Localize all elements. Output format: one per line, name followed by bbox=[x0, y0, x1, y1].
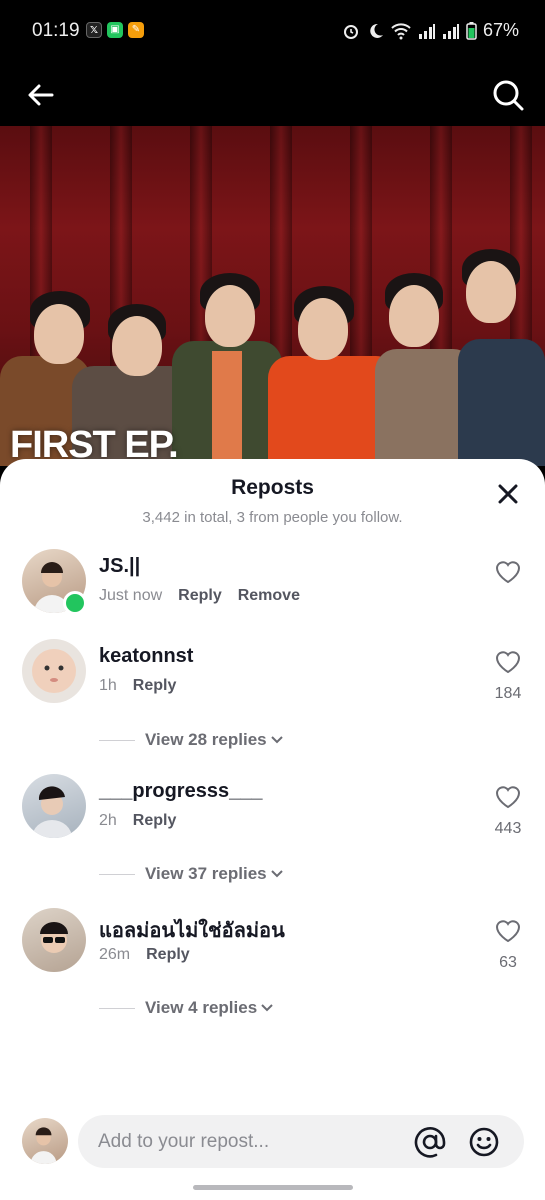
list-item: JS.|| Just now Reply Remove bbox=[0, 549, 545, 629]
heart-icon[interactable] bbox=[493, 916, 523, 944]
avatar bbox=[22, 1118, 68, 1164]
comment-username[interactable]: JS.|| bbox=[99, 555, 140, 578]
online-status-dot bbox=[63, 591, 87, 615]
avatar[interactable] bbox=[22, 639, 86, 703]
reply-button[interactable]: Reply bbox=[146, 946, 190, 964]
heart-icon[interactable] bbox=[493, 647, 523, 675]
battery-percent: 67% bbox=[482, 20, 519, 40]
comment-time: 26m bbox=[99, 946, 131, 963]
search-icon[interactable] bbox=[491, 78, 525, 112]
view-replies-button[interactable]: View 37 replies bbox=[99, 864, 283, 884]
reply-button[interactable]: Reply bbox=[178, 587, 222, 605]
like-count: 443 bbox=[494, 820, 522, 837]
status-bar: 01:19 𝕏 ▣ ✎ 67% bbox=[0, 0, 545, 62]
alarm-icon bbox=[343, 24, 358, 39]
avatar[interactable] bbox=[22, 774, 86, 838]
list-item: keatonnst 1h Reply 184 bbox=[0, 639, 545, 719]
avatar-photo bbox=[40, 922, 68, 953]
remove-button[interactable]: Remove bbox=[238, 587, 300, 605]
status-time: 01:19 bbox=[32, 20, 80, 41]
line-app-icon: ▣ bbox=[107, 22, 123, 38]
chevron-down-icon bbox=[270, 870, 283, 878]
signal-icon bbox=[442, 23, 459, 39]
comment-username[interactable]: แอลม่อนไม่ใช่อัลม่อน bbox=[99, 914, 285, 946]
list-item: ___progresss___ 2h Reply 443 bbox=[0, 774, 545, 854]
close-icon[interactable] bbox=[497, 483, 519, 505]
status-notification-icons: 𝕏 ▣ ✎ bbox=[86, 22, 144, 38]
person-figure bbox=[172, 201, 282, 466]
view-replies-label: View 37 replies bbox=[145, 864, 267, 883]
repost-input-bar bbox=[0, 1112, 545, 1172]
signal-icon bbox=[418, 23, 435, 39]
heart-icon[interactable] bbox=[493, 782, 523, 810]
reply-button[interactable]: Reply bbox=[133, 677, 177, 695]
like-count: 63 bbox=[499, 954, 517, 971]
person-figure bbox=[458, 191, 545, 466]
avatar-photo bbox=[32, 649, 76, 693]
view-replies-button[interactable]: View 4 replies bbox=[99, 998, 273, 1018]
sheet-title: Reposts bbox=[231, 476, 314, 499]
orange-app-icon: ✎ bbox=[128, 22, 144, 38]
home-indicator[interactable] bbox=[193, 1185, 353, 1190]
reply-button[interactable]: Reply bbox=[133, 812, 177, 830]
heart-icon[interactable] bbox=[493, 557, 523, 585]
chevron-down-icon bbox=[261, 1004, 273, 1012]
view-replies-label: View 4 replies bbox=[145, 998, 258, 1017]
top-nav bbox=[0, 62, 545, 126]
avatar-photo bbox=[32, 786, 72, 838]
list-item: แอลม่อนไม่ใช่อัลม่อน 26m Reply 63 bbox=[0, 908, 545, 988]
video-preview[interactable]: FIRST EP. bbox=[0, 126, 545, 466]
at-icon[interactable] bbox=[414, 1126, 446, 1158]
view-replies-button[interactable]: View 28 replies bbox=[99, 730, 283, 750]
sheet-subtitle: 3,442 in total, 3 from people you follow… bbox=[142, 509, 403, 526]
avatar-photo bbox=[30, 1127, 57, 1164]
comment-time: 2h bbox=[99, 812, 117, 829]
comment-time: 1h bbox=[99, 677, 117, 694]
chevron-down-icon bbox=[270, 736, 283, 744]
moon-icon bbox=[370, 23, 383, 38]
wifi-icon bbox=[391, 22, 411, 39]
comment-username[interactable]: ___progresss___ bbox=[99, 780, 262, 803]
emoji-icon[interactable] bbox=[468, 1126, 500, 1158]
like-count: 184 bbox=[494, 685, 522, 702]
battery-icon bbox=[466, 21, 477, 40]
x-app-icon: 𝕏 bbox=[86, 22, 102, 38]
repost-input-wrapper bbox=[78, 1115, 524, 1168]
view-replies-label: View 28 replies bbox=[145, 730, 267, 749]
back-arrow-icon[interactable] bbox=[24, 78, 58, 112]
avatar[interactable] bbox=[22, 908, 86, 972]
status-system-icons: 67% bbox=[342, 20, 519, 41]
comment-username[interactable]: keatonnst bbox=[99, 645, 193, 668]
reposts-sheet: Reposts 3,442 in total, 3 from people yo… bbox=[0, 459, 545, 1200]
comment-time: Just now bbox=[99, 587, 163, 604]
repost-input[interactable] bbox=[98, 1115, 398, 1168]
